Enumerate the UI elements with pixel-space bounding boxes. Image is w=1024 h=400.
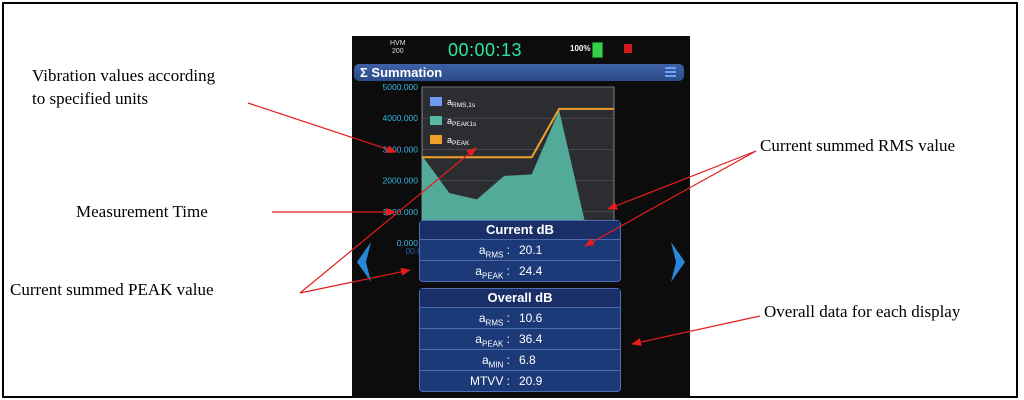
current-peak-value: 24.4: [519, 264, 543, 278]
previous-screen-arrow-icon[interactable]: [356, 242, 372, 282]
callout-measurement-time: Measurement Time: [76, 202, 208, 221]
overall-rms-label: aRMS :: [478, 311, 510, 328]
overall-min-label: aMIN :: [481, 353, 510, 370]
callout-overall-data: Overall data for each display: [764, 302, 961, 321]
current-peak-row: aPEAK : 24.4: [420, 261, 620, 281]
screen-title-bar: Σ Summation: [354, 64, 684, 81]
callout-current-peak: Current summed PEAK value: [10, 280, 214, 299]
y-tick-label: 2000.000: [383, 176, 419, 186]
overall-min-value: 6.8: [519, 353, 536, 367]
current-db-title: Current dB: [420, 221, 620, 240]
y-tick-label: 4000.000: [383, 113, 419, 123]
current-peak-label: aPEAK :: [475, 264, 510, 281]
battery-percent: 100%: [570, 44, 591, 53]
overall-db-title: Overall dB: [420, 289, 620, 308]
overall-rms-row: aRMS : 10.6: [420, 308, 620, 329]
current-rms-label: aRMS :: [478, 243, 510, 260]
overall-peak-row: aPEAK : 36.4: [420, 329, 620, 350]
overall-rms-value: 10.6: [519, 311, 543, 325]
callout-current-rms: Current summed RMS value: [760, 136, 956, 155]
overall-mtvv-row: MTVV : 20.9: [420, 371, 620, 391]
menu-icon[interactable]: [665, 67, 676, 77]
y-tick-label: 3000.000: [383, 144, 419, 154]
y-tick-label: 5000.000: [383, 82, 419, 92]
overall-mtvv-value: 20.9: [519, 374, 543, 388]
battery-icon: [592, 42, 603, 58]
overall-mtvv-label: MTVV :: [469, 374, 510, 388]
callout-vibration-values: Vibration values according to specified …: [32, 66, 216, 108]
device-screen: HVM 200 00:00:13 100% Σ Summation 0.000 1…: [352, 36, 690, 398]
record-stop-icon[interactable]: [624, 44, 632, 53]
status-bar: HVM 200 00:00:13 100%: [352, 36, 690, 64]
current-rms-value: 20.1: [519, 243, 543, 257]
current-db-panel: Current dB aRMS : 20.1 aPEAK : 24.4: [419, 220, 621, 282]
screen-title: Σ Summation: [360, 65, 443, 80]
current-rms-row: aRMS : 20.1: [420, 240, 620, 261]
legend-swatch: [430, 135, 442, 144]
measurement-timer: 00:00:13: [448, 40, 523, 60]
overall-db-panel: Overall dB aRMS : 10.6 aPEAK : 36.4 aMIN…: [419, 288, 621, 392]
legend-swatch: [430, 97, 442, 106]
hvm-logo: HVM 200: [390, 40, 406, 55]
legend-swatch: [430, 116, 442, 125]
overall-peak-label: aPEAK :: [475, 332, 510, 349]
y-tick-label: 1000.000: [383, 207, 419, 217]
overall-min-row: aMIN : 6.8: [420, 350, 620, 371]
next-screen-arrow-icon[interactable]: [670, 242, 686, 282]
overall-peak-value: 36.4: [519, 332, 543, 346]
